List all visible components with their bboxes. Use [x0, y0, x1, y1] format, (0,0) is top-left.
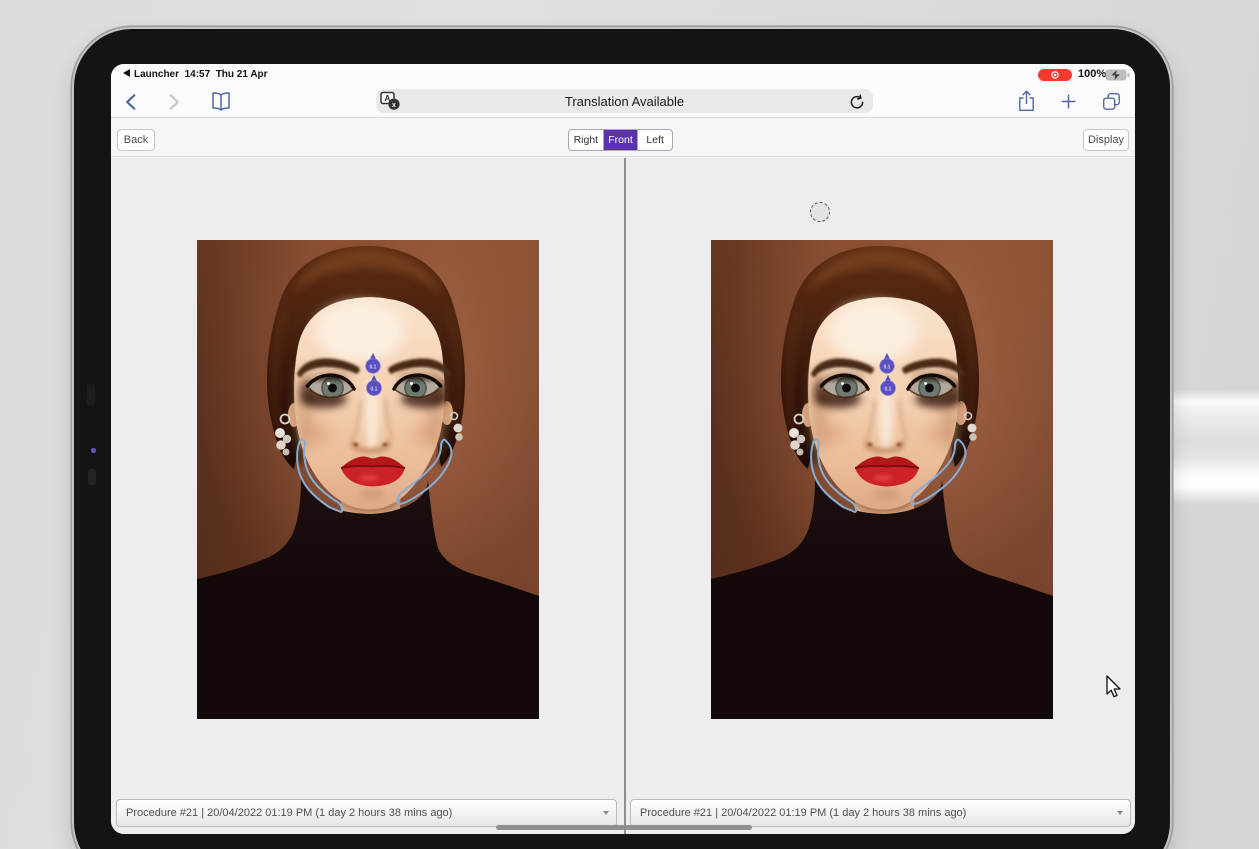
svg-text:x: x: [392, 102, 396, 109]
